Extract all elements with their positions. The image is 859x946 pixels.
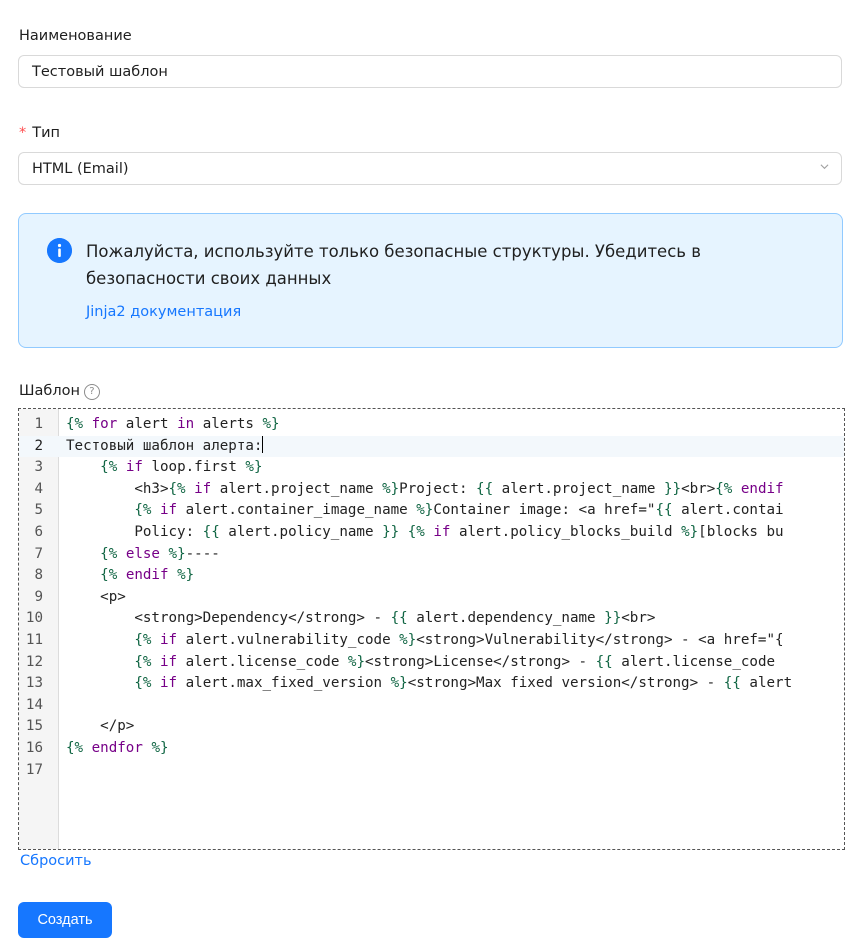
line-number: 6 <box>34 523 43 540</box>
type-select-value: HTML (Email) <box>32 160 129 177</box>
code-line[interactable]: 8 {% endif %} <box>19 565 844 587</box>
code-line[interactable]: 3 {% if loop.first %} <box>19 457 844 479</box>
code-line[interactable]: 16 {% endfor %} <box>19 738 844 760</box>
code-text: <h3>{% if alert.project_name %}Project: … <box>66 480 784 497</box>
code-line[interactable]: 10 <strong>Dependency</strong> - {{ aler… <box>19 608 844 630</box>
chevron-down-icon <box>820 164 829 170</box>
code-text: Тестовый шаблон алерта: <box>66 435 264 454</box>
line-number: 17 <box>25 761 43 778</box>
code-text: {% endfor %} <box>66 739 169 756</box>
code-line[interactable]: 7 {% else %}---- <box>19 544 844 566</box>
line-number: 13 <box>25 675 43 692</box>
line-number: 15 <box>25 718 43 735</box>
line-number: 8 <box>34 567 43 584</box>
template-label-text: Шаблон <box>19 383 80 399</box>
code-line[interactable]: 12 {% if alert.license_code %}<strong>Li… <box>19 652 844 674</box>
required-mark: * <box>19 125 27 141</box>
code-text: {% if alert.max_fixed_version %}<strong>… <box>134 675 793 692</box>
code-line[interactable]: 9 <p> <box>19 587 844 609</box>
line-number: 3 <box>34 459 43 476</box>
line-number: 14 <box>25 696 43 713</box>
line-number: 1 <box>34 416 43 432</box>
reset-link[interactable]: Сбросить <box>20 853 92 869</box>
line-number: 12 <box>25 653 43 670</box>
type-label: * Тип <box>19 125 60 141</box>
name-input[interactable]: Тестовый шаблон <box>18 55 842 88</box>
code-text: <p> <box>66 588 126 605</box>
code-text: {% for alert in alerts %} <box>66 416 280 432</box>
line-number: 16 <box>25 739 43 756</box>
name-input-value: Тестовый шаблон <box>32 63 168 80</box>
line-number: 7 <box>34 545 43 562</box>
line-number: 5 <box>34 502 43 519</box>
code-text: {% else %}---- <box>100 545 220 562</box>
code-text: <strong>Dependency</strong> - {{ alert.d… <box>66 610 656 627</box>
code-lines: 1 {% for alert in alerts %} 2 Тестовый шабл… <box>19 414 844 781</box>
text-cursor <box>262 435 264 453</box>
code-editor[interactable]: 1 {% for alert in alerts %} 2 Тестовый шабл… <box>18 408 845 850</box>
line-number: 11 <box>25 631 43 648</box>
code-line[interactable]: 15 </p> <box>19 716 844 738</box>
name-label: Наименование <box>19 28 132 44</box>
code-text: {% endif %} <box>100 567 195 584</box>
create-button[interactable]: Создать <box>18 902 112 938</box>
info-alert: Пожалуйста, используйте только безопасны… <box>18 213 843 348</box>
code-line[interactable]: 5 {% if alert.container_image_name %}Con… <box>19 500 844 522</box>
code-line[interactable]: 17 <box>19 760 844 782</box>
code-line[interactable]: 2 Тестовый шаблон алерта: <box>19 435 844 458</box>
code-line[interactable]: 6 Policy: {{ alert.policy_name }} {% if … <box>19 522 844 544</box>
type-label-text: Тип <box>32 125 61 141</box>
line-number: 9 <box>34 588 43 605</box>
code-line[interactable]: 11 {% if alert.vulnerability_code %}<str… <box>19 630 844 652</box>
jinja2-docs-link[interactable]: Jinja2 документация <box>86 304 241 320</box>
code-text: </p> <box>66 718 135 735</box>
code-line[interactable]: 4 <h3>{% if alert.project_name %}Project… <box>19 479 844 501</box>
code-text: Policy: {{ alert.policy_name }} {% if al… <box>66 523 784 540</box>
question-circle-icon[interactable]: ? <box>83 384 100 400</box>
info-icon <box>47 238 72 263</box>
line-number: 4 <box>34 480 43 497</box>
line-number: 2 <box>34 437 43 454</box>
code-text: {% if alert.vulnerability_code %}<strong… <box>134 631 784 648</box>
code-text: {% if alert.container_image_name %}Conta… <box>134 502 784 519</box>
code-line[interactable]: 13 {% if alert.max_fixed_version %}<stro… <box>19 673 844 695</box>
code-text: {% if loop.first %} <box>100 459 263 476</box>
code-line[interactable]: 1 {% for alert in alerts %} <box>19 414 844 436</box>
type-select[interactable]: HTML (Email) <box>18 152 842 185</box>
template-label: Шаблон? <box>19 383 100 400</box>
alert-message: Пожалуйста, используйте только безопасны… <box>86 242 701 288</box>
code-line[interactable]: 14 <box>19 695 844 717</box>
code-text: {% if alert.license_code %}<strong>Licen… <box>134 653 784 670</box>
line-number: 10 <box>25 610 43 627</box>
